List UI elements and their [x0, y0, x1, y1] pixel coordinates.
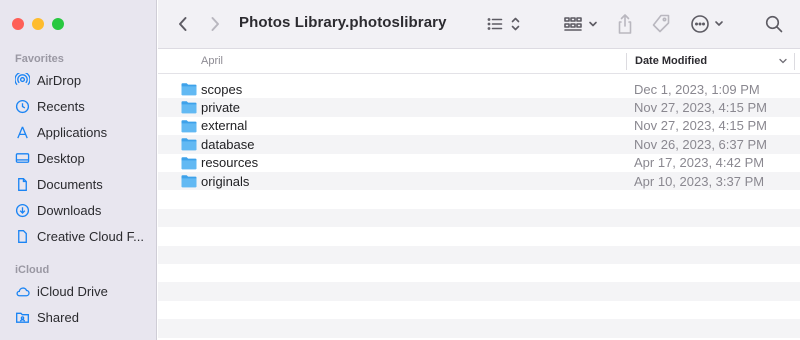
- file-name: database: [201, 136, 255, 152]
- zoom-button[interactable]: [52, 18, 64, 30]
- sidebar: Favorites AirDrop Recents Applications D…: [0, 0, 157, 340]
- search-icon: [765, 15, 783, 33]
- back-button[interactable]: [174, 12, 192, 36]
- clock-icon: [14, 98, 30, 114]
- empty-row: [158, 208, 800, 228]
- share-icon: [618, 14, 632, 34]
- share-button[interactable]: [615, 12, 635, 36]
- file-date-modified: Dec 1, 2023, 1:09 PM: [634, 81, 760, 97]
- group-button[interactable]: [563, 12, 601, 36]
- empty-row: [158, 227, 800, 245]
- file-row[interactable]: resources Apr 17, 2023, 4:42 PM: [158, 154, 800, 172]
- folder-icon: [181, 82, 197, 96]
- sidebar-item-label: Creative Cloud F...: [37, 228, 144, 244]
- empty-row: [158, 245, 800, 264]
- sidebar-item-airdrop[interactable]: AirDrop: [14, 69, 154, 91]
- view-options-button[interactable]: [486, 12, 524, 36]
- sidebar-item-label: Documents: [37, 176, 103, 192]
- folder-icon: [181, 119, 197, 133]
- icloud-section-title: iCloud: [15, 264, 50, 276]
- empty-row: [158, 282, 800, 301]
- more-actions-button[interactable]: [690, 12, 726, 36]
- file-row[interactable]: scopes Dec 1, 2023, 1:09 PM: [158, 80, 800, 98]
- file-list: scopes Dec 1, 2023, 1:09 PM private Nov 27,…: [158, 80, 800, 340]
- file-date-modified: Apr 17, 2023, 4:42 PM: [634, 155, 765, 171]
- window-title: Photos Library.photoslibrary: [239, 14, 447, 31]
- chevron-down-icon[interactable]: [778, 56, 788, 66]
- document-icon: [14, 176, 30, 192]
- file-name: originals: [201, 173, 250, 189]
- column-divider[interactable]: [626, 53, 627, 70]
- column-divider[interactable]: [794, 53, 795, 70]
- sidebar-item-label: Applications: [37, 124, 108, 140]
- sidebar-item-shared[interactable]: Shared: [14, 306, 154, 328]
- minimize-button[interactable]: [32, 18, 44, 30]
- window-controls: [12, 18, 64, 30]
- folder-icon: [181, 174, 197, 188]
- download-icon: [14, 202, 30, 218]
- list-view-icon: [487, 17, 520, 31]
- name-column-header[interactable]: April: [201, 55, 223, 67]
- sidebar-item-label: Desktop: [37, 150, 85, 166]
- empty-row: [158, 319, 800, 338]
- forward-button[interactable]: [206, 12, 224, 36]
- empty-row: [158, 190, 800, 208]
- finder-window: Favorites AirDrop Recents Applications D…: [0, 0, 800, 340]
- file-date-modified: Nov 27, 2023, 4:15 PM: [634, 100, 767, 116]
- folder-icon: [181, 100, 197, 114]
- shared-folder-icon: [14, 309, 30, 325]
- sidebar-item-recents[interactable]: Recents: [14, 95, 154, 117]
- sidebar-item-creative-cloud[interactable]: Creative Cloud F...: [14, 225, 154, 247]
- cloud-icon: [14, 283, 30, 299]
- sidebar-item-label: Recents: [37, 98, 85, 114]
- file-name: scopes: [201, 81, 243, 97]
- file-date-modified: Nov 26, 2023, 6:37 PM: [634, 136, 767, 152]
- file-date-modified: Nov 27, 2023, 4:15 PM: [634, 118, 767, 134]
- file-row[interactable]: originals Apr 10, 2023, 3:37 PM: [158, 172, 800, 191]
- file-name: resources: [201, 155, 259, 171]
- file-date-modified: Apr 10, 2023, 3:37 PM: [634, 173, 765, 189]
- chevron-right-icon: [211, 17, 219, 31]
- file-row[interactable]: private Nov 27, 2023, 4:15 PM: [158, 98, 800, 117]
- sidebar-item-documents[interactable]: Documents: [14, 173, 154, 195]
- sidebar-item-label: iCloud Drive: [37, 283, 108, 299]
- applications-icon: [14, 124, 30, 140]
- file-row[interactable]: external Nov 27, 2023, 4:15 PM: [158, 117, 800, 135]
- favorites-section-title: Favorites: [15, 53, 64, 65]
- sidebar-item-label: Downloads: [37, 202, 102, 218]
- file-icon: [14, 228, 30, 244]
- column-header: April Date Modified: [158, 49, 800, 74]
- chevron-left-icon: [179, 17, 187, 31]
- empty-row: [158, 264, 800, 282]
- file-row[interactable]: database Nov 26, 2023, 6:37 PM: [158, 135, 800, 154]
- sidebar-item-icloud-drive[interactable]: iCloud Drive: [14, 280, 154, 302]
- date-modified-column-header[interactable]: Date Modified: [635, 55, 707, 67]
- folder-icon: [181, 156, 197, 170]
- folder-icon: [181, 137, 197, 151]
- sidebar-item-label: Shared: [37, 309, 79, 325]
- close-button[interactable]: [12, 18, 24, 30]
- file-name: private: [201, 100, 241, 116]
- airdrop-icon: [14, 72, 30, 88]
- tag-icon: [652, 14, 670, 33]
- tags-button[interactable]: [650, 12, 672, 36]
- file-name: external: [201, 118, 248, 134]
- ellipsis-circle-icon: [691, 15, 723, 33]
- sidebar-item-desktop[interactable]: Desktop: [14, 147, 154, 169]
- search-button[interactable]: [763, 12, 785, 36]
- sidebar-item-applications[interactable]: Applications: [14, 121, 154, 143]
- grid-icon: [564, 17, 597, 31]
- sidebar-item-label: AirDrop: [37, 72, 82, 88]
- desktop-icon: [14, 150, 30, 166]
- empty-row: [158, 301, 800, 319]
- sidebar-item-downloads[interactable]: Downloads: [14, 199, 154, 221]
